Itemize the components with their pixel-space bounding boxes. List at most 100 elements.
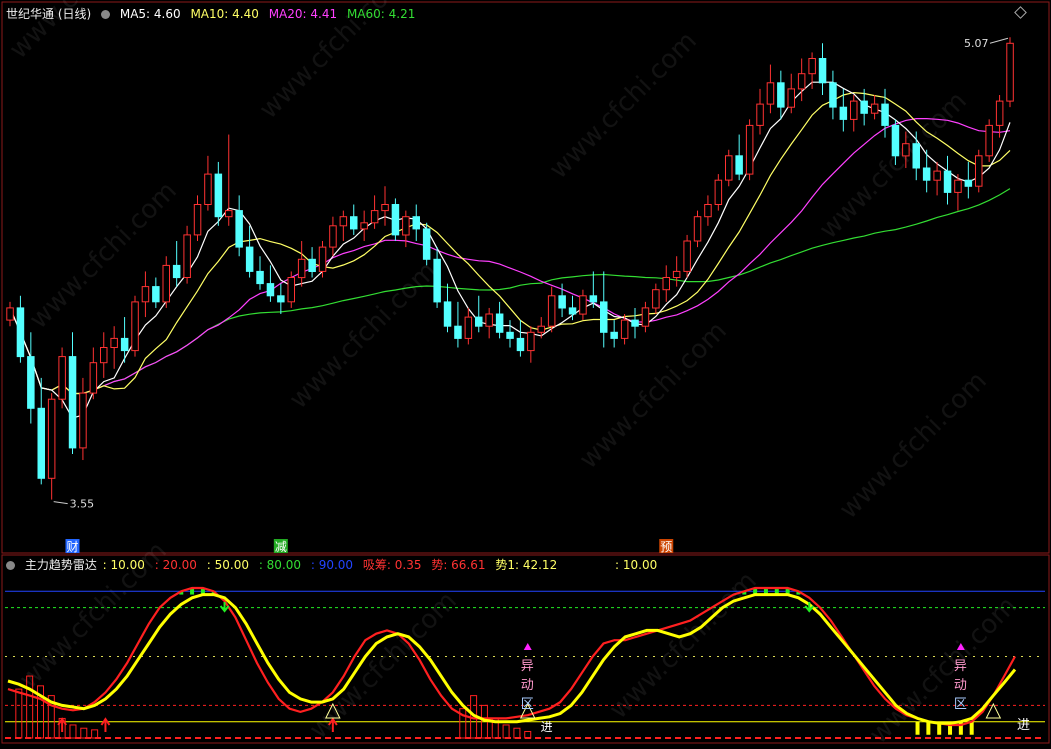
candle-body (943, 170, 952, 193)
candle-body (704, 204, 712, 218)
candle-body (47, 398, 56, 479)
candle-body (610, 331, 618, 339)
candle-body (381, 204, 389, 212)
candle-body (183, 234, 191, 278)
level-80-label: : 80.00 (258, 558, 302, 572)
candle-body (16, 307, 25, 358)
ma10-line (9, 91, 1011, 395)
yellow-trend-line (7, 593, 1017, 725)
low-pointer (53, 501, 68, 505)
ma5-line (9, 81, 1011, 419)
candle-body (339, 216, 348, 227)
candle-body (714, 179, 723, 205)
candle-body (568, 307, 577, 315)
watermark-text: www.cfchi.com (304, 586, 463, 745)
candle-body (235, 210, 243, 248)
indicator-title: 主力趋势雷达 (24, 558, 97, 572)
watermark-text: www.cfchi.com (284, 256, 443, 415)
watermark-text: www.cfchi.com (574, 316, 733, 475)
level-50-label: : 50.00 (206, 558, 249, 572)
candle-body (204, 173, 212, 206)
accumulation-bar (502, 724, 510, 739)
candle-body (870, 103, 879, 114)
anomaly-zone-label: 动 (521, 678, 534, 693)
candle-body (308, 258, 316, 272)
candle-body (537, 325, 545, 333)
toggle-icon[interactable] (6, 561, 15, 570)
candle-body (120, 337, 129, 352)
high-pointer (989, 37, 1009, 44)
candle-body (433, 258, 441, 303)
candle-body (475, 316, 483, 327)
candle-body (652, 289, 660, 309)
candle-body (839, 106, 848, 120)
bottom-zone-bar (915, 721, 920, 735)
candle-body (141, 286, 150, 303)
candle-body (516, 337, 525, 352)
candle-body (985, 124, 993, 157)
candle-body (600, 301, 608, 333)
candle-body (547, 295, 556, 327)
entry-label: 进 (1017, 718, 1030, 733)
ma20-label: MA20: 4.41 (268, 7, 338, 21)
candle-body (881, 103, 889, 126)
candle-body (193, 204, 202, 236)
candle-body (975, 155, 983, 187)
candle-body (964, 179, 973, 187)
candle-body (172, 264, 181, 279)
candle-body (902, 143, 910, 157)
candle-body (277, 295, 285, 303)
candle-body (266, 283, 275, 297)
candle-body (818, 58, 827, 84)
candle-body (850, 100, 858, 120)
xichou-label: 吸筹: 0.35 (362, 558, 422, 572)
candle-body (162, 264, 170, 303)
extra-level-label: : 10.00 (615, 558, 658, 572)
candle-body (954, 179, 962, 193)
candle-body (287, 277, 295, 303)
candle-body (672, 270, 681, 278)
indicator-legend: 主力趋势雷达 : 10.00 : 20.00 : 50.00 : 80.00 :… (6, 556, 663, 573)
candle-body (725, 155, 733, 181)
candle-body (485, 313, 493, 327)
candle-body (318, 246, 327, 272)
chart-canvas: www.cfchi.com www.cfchi.com www.cfchi.com w… (1, 0, 1050, 749)
level-20-label: : 20.00 (154, 558, 197, 572)
anomaly-zone-label: 异 (954, 659, 967, 674)
candle-body (995, 100, 1004, 126)
anomaly-zone-label: 异 (521, 659, 534, 674)
candle-body (1006, 42, 1014, 102)
candle-body (631, 319, 639, 327)
event-marker-2: 预 (660, 540, 672, 554)
candle-body (777, 82, 785, 108)
candle-body (495, 313, 504, 333)
candle-body (402, 216, 410, 236)
accumulation-bar (513, 727, 521, 739)
event-marker-1: 减 (275, 540, 287, 554)
candle-body (558, 295, 566, 309)
candle-body (579, 295, 587, 315)
candle-body (443, 301, 452, 327)
candle-body (808, 58, 816, 75)
high-price-label: 5.07 (964, 37, 989, 50)
candle-body (797, 73, 806, 90)
price-legend: 世纪华通 (日线) MA5: 4.60 MA10: 4.40 MA20: 4.4… (6, 5, 421, 22)
anomaly-zone-label: 动 (954, 678, 967, 693)
accumulation-bar (80, 727, 88, 739)
accumulation-bar (69, 724, 77, 739)
shi-label: 势: 66.61 (431, 558, 486, 572)
candle-body (297, 258, 306, 279)
candle-body (152, 286, 160, 303)
candle-body (329, 225, 337, 248)
candle-body (641, 307, 650, 327)
entry-label: 进 (541, 720, 553, 734)
candle-body (589, 295, 598, 303)
accumulation-bar (91, 729, 99, 739)
watermark-text: www.cfchi.com (544, 26, 703, 185)
candle-body (891, 124, 900, 157)
candle-body (27, 356, 35, 409)
toggle-icon[interactable] (101, 10, 111, 19)
level-10-label: : 10.00 (102, 558, 145, 572)
up-arrow-icon (100, 717, 111, 732)
ma10-label: MA10: 4.40 (190, 7, 259, 21)
